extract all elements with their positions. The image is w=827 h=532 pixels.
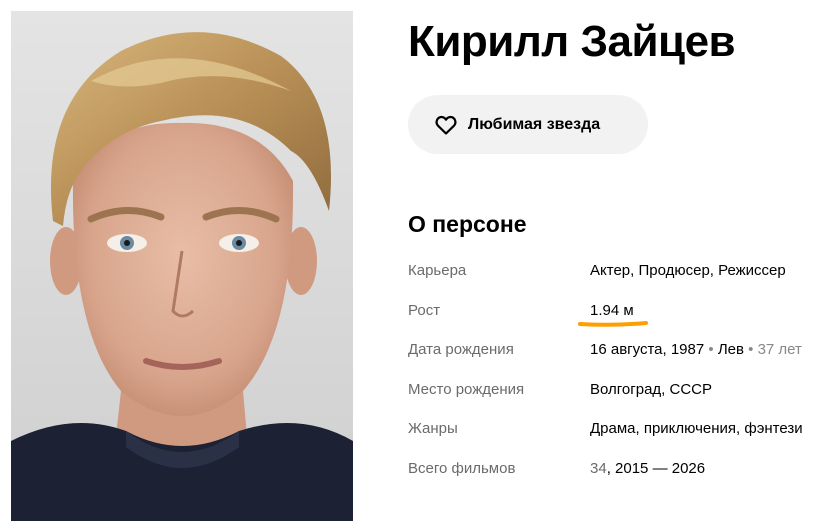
- person-photo: [11, 11, 353, 521]
- separator: ,: [606, 459, 616, 477]
- birth-date-link[interactable]: 16 августа, 1987: [590, 341, 704, 358]
- about-section-title: О персоне: [408, 211, 527, 237]
- person-name: Кирилл Зайцев: [408, 17, 736, 66]
- films-value: 34, 2015 — 2026: [590, 449, 705, 489]
- films-row: Всего фильмов 34, 2015 — 2026: [408, 449, 827, 489]
- separator: •: [704, 341, 718, 359]
- zodiac-link[interactable]: Лев: [718, 341, 744, 358]
- favorite-star-button[interactable]: Любимая звезда: [408, 95, 648, 154]
- birth-place-value[interactable]: Волгоград, СССР: [590, 370, 712, 410]
- career-value[interactable]: Актер, Продюсер, Режиссер: [590, 251, 786, 291]
- height-label: Рост: [408, 301, 441, 319]
- separator: •: [743, 341, 758, 359]
- birth-place-label: Место рождения: [408, 380, 525, 398]
- birth-date-label: Дата рождения: [408, 341, 514, 359]
- about-table: Карьера Актер, Продюсер, Режиссер Рост 1…: [408, 251, 827, 489]
- height-row: Рост 1.94 м: [408, 291, 827, 331]
- films-label: Всего фильмов: [408, 459, 516, 477]
- favorite-star-label: Любимая звезда: [468, 115, 601, 133]
- career-row: Карьера Актер, Продюсер, Режиссер: [408, 251, 827, 291]
- films-years-link[interactable]: 2015 — 2026: [615, 460, 705, 477]
- films-count-link[interactable]: 34: [590, 460, 607, 477]
- birth-date-row: Дата рождения 16 августа, 1987 • Лев • 3…: [408, 330, 827, 370]
- genres-value[interactable]: Драма, приключения, фэнтези: [590, 409, 803, 449]
- career-label: Карьера: [408, 262, 467, 279]
- genres-row: Жанры Драма, приключения, фэнтези: [408, 409, 827, 449]
- genres-label: Жанры: [408, 420, 458, 438]
- highlight-underline: [578, 320, 648, 327]
- birth-date-value: 16 августа, 1987 • Лев • 37 лет: [590, 330, 802, 370]
- age-text: 37 лет: [757, 341, 802, 359]
- heart-icon: [435, 115, 457, 135]
- birth-place-row: Место рождения Волгоград, СССР: [408, 370, 827, 410]
